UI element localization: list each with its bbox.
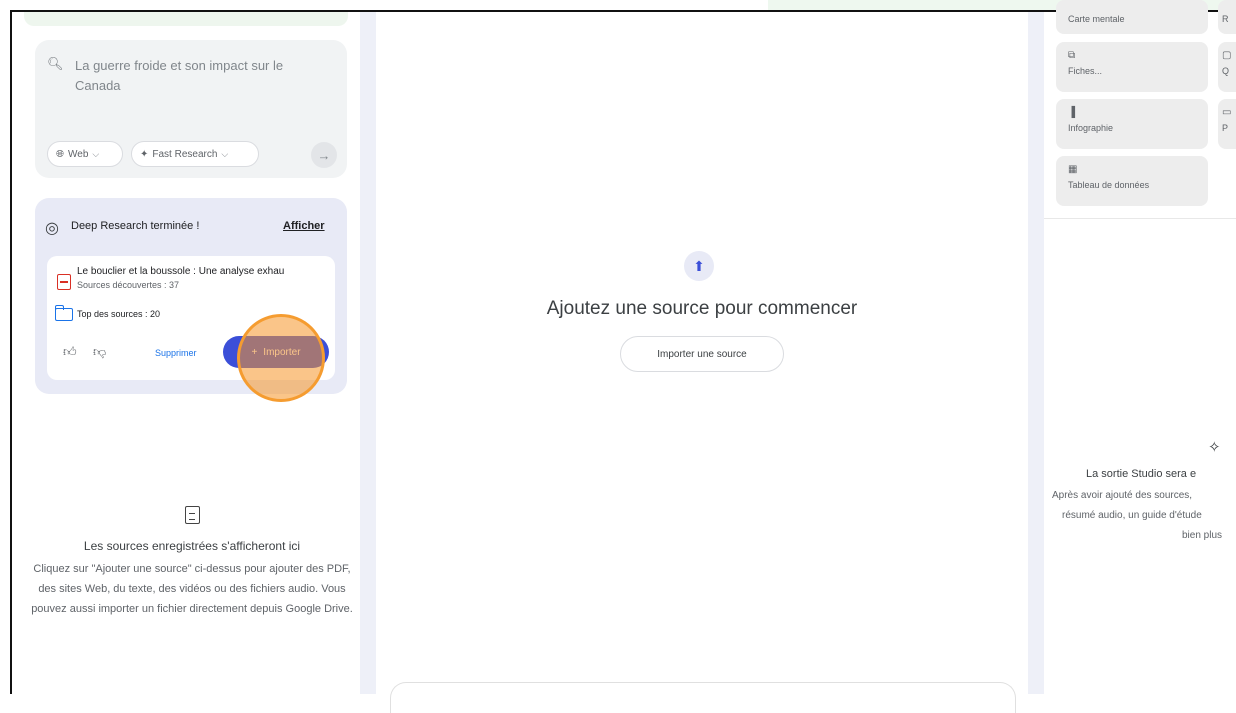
- source-search-card: 🔍︎ La guerre froide et son impact sur le…: [35, 40, 347, 178]
- sources-empty-state: Les sources enregistrées s'afficheront i…: [24, 506, 360, 619]
- studio-tile-label: Infographie: [1068, 123, 1114, 133]
- studio-tile-data-table[interactable]: ▦ Tableau de données: [1056, 156, 1208, 206]
- sparkle-search-icon: ✦: [140, 148, 149, 160]
- thumbs-down-icon[interactable]: 👎︎: [93, 344, 106, 360]
- empty-sources-title: Les sources enregistrées s'afficheront i…: [83, 539, 301, 553]
- delete-button[interactable]: Supprimer: [155, 348, 197, 358]
- studio-tile-presentation[interactable]: ▭ P: [1218, 99, 1236, 149]
- report-doc-icon: [57, 274, 71, 290]
- studio-tile-infographic[interactable]: ▐ Infographie: [1056, 99, 1208, 149]
- web-source-label: Web: [68, 148, 89, 160]
- add-source-heading: Ajoutez une source pour commencer: [546, 298, 858, 319]
- search-input[interactable]: La guerre froide et son impact sur le Ca…: [75, 56, 325, 96]
- top-sources-count: Top des sources : 20: [77, 309, 161, 319]
- web-source-dropdown[interactable]: 🌐︎ Web ⌵: [47, 141, 123, 167]
- upload-icon: ⬆︎: [684, 251, 714, 281]
- studio-empty-text: bien plus: [1182, 530, 1223, 541]
- import-source-button[interactable]: Importer une source: [620, 336, 784, 372]
- sources-found-count: Sources découvertes : 37: [77, 280, 180, 290]
- magic-wand-icon: ✧: [1208, 439, 1221, 456]
- deep-research-title: Deep Research terminée !: [71, 220, 200, 232]
- deep-research-icon: ◎: [45, 220, 59, 237]
- research-mode-label: Fast Research: [152, 148, 218, 160]
- import-label: Importer: [263, 346, 301, 358]
- document-icon: [184, 506, 200, 524]
- sources-top-strip: [24, 12, 348, 26]
- studio-empty-text: résumé audio, un guide d'étude: [1062, 510, 1202, 521]
- globe-icon: 🌐︎: [56, 148, 64, 160]
- studio-tile-label: R: [1222, 14, 1229, 24]
- presentation-icon: ▭: [1222, 107, 1232, 118]
- chevron-down-icon: ⌵: [221, 148, 229, 159]
- arrow-right-icon: →: [317, 147, 331, 163]
- search-icon: 🔍︎: [47, 56, 64, 71]
- studio-tile-label: P: [1222, 123, 1229, 133]
- import-button[interactable]: + Importer: [223, 336, 329, 368]
- report-title: Le bouclier et la boussole : Une analyse…: [77, 266, 285, 277]
- infographic-icon: ▐: [1068, 107, 1076, 118]
- thumbs-up-icon[interactable]: 👍︎: [63, 344, 77, 360]
- plus-icon: +: [251, 346, 258, 358]
- empty-sources-description: Cliquez sur "Ajouter une source" ci-dess…: [31, 563, 353, 615]
- studio-separator: [1044, 218, 1236, 219]
- studio-tile-label: Tableau de données: [1068, 180, 1150, 190]
- research-result: Le bouclier et la boussole : Une analyse…: [47, 256, 335, 380]
- studio-tile-label: Fiches...: [1068, 66, 1103, 76]
- show-report-link[interactable]: Afficher: [283, 220, 325, 232]
- submit-search-button[interactable]: →: [311, 142, 337, 168]
- studio-empty-text: Après avoir ajouté des sources,: [1052, 490, 1193, 501]
- panel-divider: [360, 12, 376, 694]
- research-mode-dropdown[interactable]: ✦ Fast Research ⌵: [131, 141, 259, 167]
- folder-icon: [55, 305, 73, 321]
- chevron-down-icon: ⌵: [92, 148, 100, 159]
- studio-tile-quiz[interactable]: ▢ Q: [1218, 42, 1236, 92]
- studio-tile-mind-map[interactable]: Carte mentale: [1056, 0, 1208, 34]
- deep-research-card: ◎ Deep Research terminée ! Afficher Le b…: [35, 198, 347, 394]
- studio-tile-flashcards[interactable]: ⧉ Fiches...: [1056, 42, 1208, 92]
- studio-tile-label: Q: [1222, 66, 1230, 76]
- chat-input[interactable]: [390, 682, 1016, 713]
- flashcards-icon: ⧉: [1068, 50, 1076, 61]
- data-table-icon: ▦: [1068, 164, 1078, 175]
- quiz-icon: ▢: [1222, 50, 1232, 61]
- studio-tile-report[interactable]: R: [1218, 0, 1236, 34]
- studio-empty-title: La sortie Studio sera e: [1086, 468, 1197, 480]
- panel-divider: [1028, 12, 1044, 694]
- studio-tile-label: Carte mentale: [1068, 14, 1125, 24]
